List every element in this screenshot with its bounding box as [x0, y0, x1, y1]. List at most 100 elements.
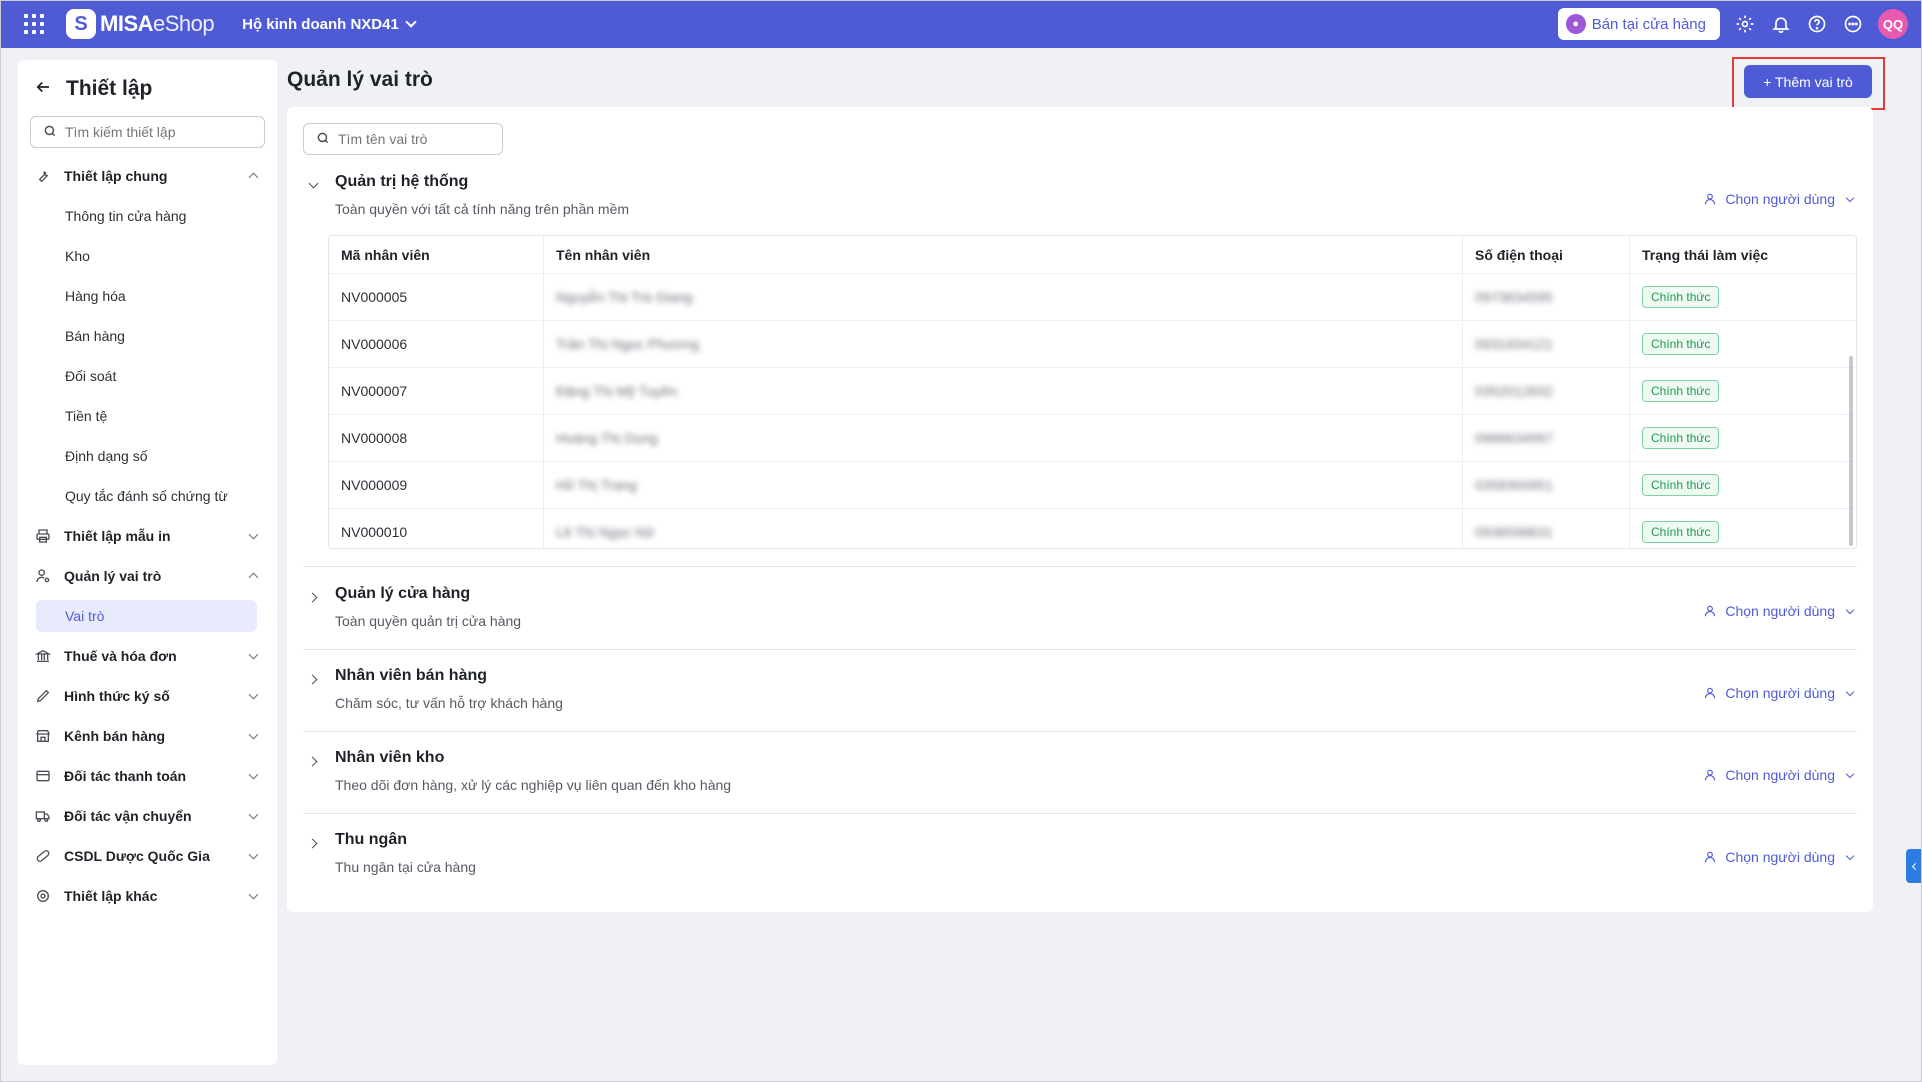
expand-toggle[interactable] [303, 751, 323, 771]
divider [303, 566, 1857, 567]
sidebar-group-other[interactable]: Thiết lập khác [18, 876, 277, 916]
employee-phone: 0973634595 [1463, 274, 1630, 320]
chevron-right-icon [307, 838, 317, 848]
settings-search[interactable] [30, 116, 265, 148]
role-description: Toàn quyền quản trị cửa hàng [335, 613, 522, 629]
sidebar-group-shipping-partner[interactable]: Đối tác vận chuyển [18, 796, 277, 836]
role-description: Toàn quyền với tất cả tính năng trên phầ… [335, 201, 630, 217]
table-scrollbar[interactable] [1849, 356, 1853, 546]
pick-user-dropdown[interactable]: Chọn người dùng [1703, 849, 1855, 865]
role-section-admin: Quản trị hệ thống Toàn quyền với tất cả … [303, 173, 1857, 217]
table-row[interactable]: NV000008 Hoàng Thị Dung 0966634997 Chính th… [329, 415, 1856, 462]
chevron-down-icon [248, 849, 259, 859]
chevron-down-icon [248, 689, 259, 699]
employee-code: NV000009 [329, 462, 544, 508]
sidebar-group-pharma-db[interactable]: CSDL Dược Quốc Gia [18, 836, 277, 876]
user-icon [1705, 769, 1716, 781]
bell-icon[interactable] [1770, 13, 1792, 35]
chevron-right-icon [307, 592, 317, 602]
status-badge: Chính thức [1642, 380, 1720, 402]
status-badge: Chính thức [1642, 286, 1720, 308]
search-icon [316, 131, 330, 148]
table-row[interactable]: NV000006 Trần Thị Ngọc Phương 0931934121 Ch… [329, 321, 1856, 368]
expand-toggle[interactable] [303, 587, 323, 607]
role-search[interactable] [303, 123, 503, 155]
role-search-input[interactable] [338, 131, 488, 147]
roles-panel: Quản trị hệ thống Toàn quyền với tất cả … [287, 107, 1873, 912]
back-arrow-icon[interactable] [34, 78, 52, 101]
sidebar-item-sales[interactable]: Bán hàng [18, 316, 277, 356]
sidebar-group-digital-signature[interactable]: Hình thức ký số [18, 676, 277, 716]
pick-user-dropdown[interactable]: Chọn người dùng [1703, 603, 1855, 619]
employee-code: NV000007 [329, 368, 544, 414]
more-icon[interactable] [1842, 13, 1864, 35]
sidebar-item-reconcile[interactable]: Đối soát [18, 356, 277, 396]
chevron-down-icon [248, 889, 259, 899]
card-icon [34, 767, 52, 785]
employee-name: Trần Thị Ngọc Phương [544, 321, 1463, 367]
collapse-toggle[interactable] [303, 175, 323, 195]
logo[interactable]: S MISAeShop [66, 9, 215, 39]
sidebar-group-role-management[interactable]: Quản lý vai trò [18, 556, 277, 596]
table-row[interactable]: NV000005 Nguyễn Thị Trà Giang 0973634595 Ch… [329, 274, 1856, 321]
logo-mark-icon: S [66, 9, 96, 39]
sidebar-item-doc-numbering[interactable]: Quy tắc đánh số chứng từ [18, 476, 277, 516]
sidebar-group-sales-channel[interactable]: Kênh bán hàng [18, 716, 277, 756]
table-row[interactable]: NV000010 Lê Thị Ngọc Nữ 0938598631 Chính th… [329, 509, 1856, 548]
sidebar-group-payment-partner[interactable]: Đối tác thanh toán [18, 756, 277, 796]
sidebar-group-general[interactable]: Thiết lập chung [18, 156, 277, 196]
search-icon [43, 124, 57, 141]
employee-phone: 0931934121 [1463, 321, 1630, 367]
sidebar-item-roles[interactable]: Vai trò [36, 600, 257, 632]
side-collapse-tab[interactable] [1906, 849, 1922, 883]
status-badge: Chính thức [1642, 521, 1720, 543]
divider [303, 649, 1857, 650]
sidebar-item-warehouse[interactable]: Kho [18, 236, 277, 276]
settings-gear-icon[interactable] [1734, 13, 1756, 35]
chevron-right-icon [307, 756, 317, 766]
sidebar-item-currency[interactable]: Tiền tệ [18, 396, 277, 436]
pill-icon [34, 847, 52, 865]
user-icon [1705, 687, 1716, 699]
sidebar-item-store-info[interactable]: Thông tin cửa hàng [18, 196, 277, 236]
pick-user-dropdown[interactable]: Chọn người dùng [1703, 191, 1855, 207]
pick-user-dropdown[interactable]: Chọn người dùng [1703, 767, 1855, 783]
role-section-store-manager: Quản lý cửa hàng Toàn quyền quản trị cửa… [303, 585, 1857, 629]
employee-code: NV000005 [329, 274, 544, 320]
status-badge: Chính thức [1642, 474, 1720, 496]
top-bar: S MISAeShop Hộ kinh doanh NXD41 ● Bán tạ… [0, 0, 1922, 48]
sell-at-store-button[interactable]: ● Bán tại cửa hàng [1557, 8, 1720, 40]
role-description: Chăm sóc, tư vấn hỗ trợ khách hàng [335, 695, 563, 711]
wrench-icon [34, 167, 52, 185]
business-selector[interactable]: Hộ kinh doanh NXD41 [242, 16, 417, 33]
role-name: Nhân viên bán hàng [335, 667, 488, 684]
settings-search-input[interactable] [65, 124, 245, 140]
user-avatar[interactable]: QQ [1878, 9, 1908, 39]
sidebar-group-tax-invoice[interactable]: Thuế và hóa đơn [18, 636, 277, 676]
add-role-button[interactable]: + Thêm vai trò [1744, 65, 1872, 98]
shop-icon: ● [1565, 14, 1586, 34]
pen-icon [34, 687, 52, 705]
table-row[interactable]: NV000009 Hồ Thị Trang 0358300951 Chính thức [329, 462, 1856, 509]
app-grid-icon[interactable] [22, 12, 46, 36]
sidebar-item-goods[interactable]: Hàng hóa [18, 276, 277, 316]
sidebar-group-print-template[interactable]: Thiết lập mẫu in [18, 516, 277, 556]
role-section-sales-staff: Nhân viên bán hàng Chăm sóc, tư vấn hỗ t… [303, 667, 1857, 711]
pick-user-dropdown[interactable]: Chọn người dùng [1703, 685, 1855, 701]
employee-code: NV000006 [329, 321, 544, 367]
chevron-down-icon [1845, 605, 1855, 614]
expand-toggle[interactable] [303, 669, 323, 689]
role-name: Thu ngân [335, 831, 407, 848]
role-description: Theo dõi đơn hàng, xử lý các nghiệp vụ l… [335, 777, 732, 793]
help-icon[interactable] [1806, 13, 1828, 35]
divider [303, 731, 1857, 732]
role-section-warehouse-staff: Nhân viên kho Theo dõi đơn hàng, xử lý c… [303, 749, 1857, 793]
table-row[interactable]: NV000007 Đặng Thị Mỹ Tuyền 0352012832 Chính… [329, 368, 1856, 415]
work-status: Chính thức [1630, 368, 1856, 414]
employee-name: Nguyễn Thị Trà Giang [544, 274, 1463, 320]
expand-toggle[interactable] [303, 833, 323, 853]
gear-icon [34, 887, 52, 905]
employee-table: Mã nhân viên Tên nhân viên Số điện thoại… [328, 235, 1857, 549]
sidebar-item-number-format[interactable]: Định dạng số [18, 436, 277, 476]
work-status: Chính thức [1630, 321, 1856, 367]
